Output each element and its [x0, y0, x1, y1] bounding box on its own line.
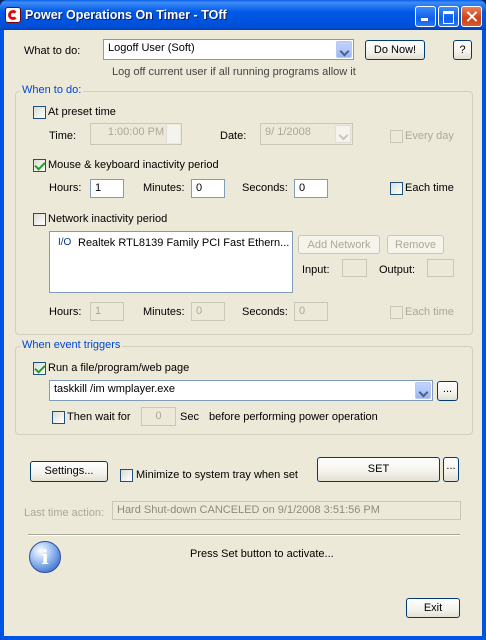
- input-label: Input:: [302, 264, 330, 276]
- sec-label: Sec: [180, 411, 199, 423]
- preset-time-checkbox[interactable]: [33, 106, 46, 119]
- each-time-label: Each time: [405, 182, 454, 194]
- close-button[interactable]: [461, 6, 482, 27]
- do-now-button[interactable]: Do Now!: [365, 40, 425, 60]
- title-bar[interactable]: Power Operations On Timer - TOff: [0, 0, 486, 30]
- remove-network-button[interactable]: Remove: [387, 235, 444, 254]
- minimize-button[interactable]: [415, 6, 436, 27]
- minutes-label: Minutes:: [143, 182, 185, 194]
- run-program-label: Run a file/program/web page: [48, 362, 190, 374]
- last-action-field: Hard Shut-down CANCELED on 9/1/2008 3:51…: [112, 501, 461, 520]
- inactivity-minutes-field[interactable]: 0: [191, 179, 225, 198]
- inactivity-label: Mouse & keyboard inactivity period: [48, 159, 219, 171]
- network-minutes-field[interactable]: 0: [191, 302, 225, 321]
- add-network-button[interactable]: Add Network: [298, 235, 380, 254]
- network-each-time-label: Each time: [405, 306, 454, 318]
- time-value: 1:00:00 PM: [107, 126, 165, 138]
- divider: [28, 534, 460, 536]
- each-time-checkbox[interactable]: [390, 182, 403, 195]
- action-select-value: Logoff User (Soft): [108, 42, 195, 54]
- network-seconds-label: Seconds:: [242, 306, 288, 318]
- window-title: Power Operations On Timer - TOff: [25, 8, 227, 22]
- action-description: Log off current user if all running prog…: [112, 66, 356, 78]
- maximize-button[interactable]: [438, 6, 459, 27]
- network-label: Network inactivity period: [48, 213, 168, 225]
- date-value: 9/ 1/2008: [265, 126, 311, 138]
- command-value: taskkill /im wmplayer.exe: [54, 383, 176, 395]
- every-day-label: Every day: [405, 130, 454, 142]
- preset-time-label: At preset time: [48, 106, 116, 118]
- inactivity-hours-field[interactable]: 1: [90, 179, 124, 198]
- date-field[interactable]: 9/ 1/2008: [260, 123, 353, 145]
- main-window: Power Operations On Timer - TOff What to…: [0, 0, 486, 640]
- network-list[interactable]: I/O Realtek RTL8139 Family PCI Fast Ethe…: [49, 231, 293, 293]
- network-hours-field[interactable]: 1: [90, 302, 124, 321]
- when-to-do-title: When to do:: [20, 84, 84, 96]
- chevron-down-icon[interactable]: [335, 125, 351, 143]
- network-input-field[interactable]: [342, 259, 367, 277]
- output-label: Output:: [379, 264, 416, 276]
- run-program-checkbox[interactable]: [33, 362, 46, 375]
- wait-checkbox[interactable]: [52, 411, 65, 424]
- time-label: Time:: [49, 130, 77, 142]
- hours-label: Hours:: [49, 182, 82, 194]
- action-select[interactable]: Logoff User (Soft): [103, 39, 354, 60]
- network-seconds-field[interactable]: 0: [294, 302, 328, 321]
- time-field[interactable]: 1:00:00 PM: [90, 123, 182, 145]
- wait-label: Then wait for: [67, 411, 131, 423]
- help-button[interactable]: ?: [453, 40, 472, 60]
- browse-button[interactable]: ...: [437, 381, 458, 401]
- settings-button[interactable]: Settings...: [30, 461, 108, 482]
- event-triggers-title: When event triggers: [20, 339, 123, 351]
- seconds-label: Seconds:: [242, 182, 288, 194]
- last-action-label: Last time action:: [24, 507, 105, 519]
- info-icon: i: [29, 541, 61, 573]
- chevron-down-icon[interactable]: [336, 41, 352, 58]
- minimize-tray-label: Minimize to system tray when set: [136, 469, 298, 481]
- date-label: Date:: [220, 130, 247, 142]
- network-output-field[interactable]: [427, 259, 454, 277]
- minimize-tray-checkbox[interactable]: [120, 469, 133, 482]
- exit-button[interactable]: Exit: [406, 598, 460, 618]
- network-adapter-icon: I/O: [58, 237, 72, 248]
- network-minutes-label: Minutes:: [143, 306, 185, 318]
- network-each-time-checkbox[interactable]: [390, 306, 403, 319]
- wait-seconds-field[interactable]: 0: [141, 407, 176, 426]
- before-label: before performing power operation: [209, 411, 378, 423]
- network-hours-label: Hours:: [49, 306, 82, 318]
- network-adapter-item[interactable]: Realtek RTL8139 Family PCI Fast Ethern..…: [78, 237, 289, 249]
- every-day-checkbox[interactable]: [390, 130, 403, 143]
- client-area: What to do: Logoff User (Soft) Do Now! ?…: [4, 30, 482, 636]
- app-icon[interactable]: [5, 7, 21, 23]
- set-options-button[interactable]: ...: [443, 457, 459, 482]
- network-checkbox[interactable]: [33, 213, 46, 226]
- status-text: Press Set button to activate...: [190, 548, 334, 560]
- command-select[interactable]: taskkill /im wmplayer.exe: [49, 380, 433, 401]
- time-spinner[interactable]: [166, 125, 180, 143]
- what-to-do-label: What to do:: [24, 45, 81, 57]
- inactivity-checkbox[interactable]: [33, 159, 46, 172]
- set-button[interactable]: SET: [317, 457, 440, 482]
- inactivity-seconds-field[interactable]: 0: [294, 179, 328, 198]
- chevron-down-icon[interactable]: [415, 382, 431, 399]
